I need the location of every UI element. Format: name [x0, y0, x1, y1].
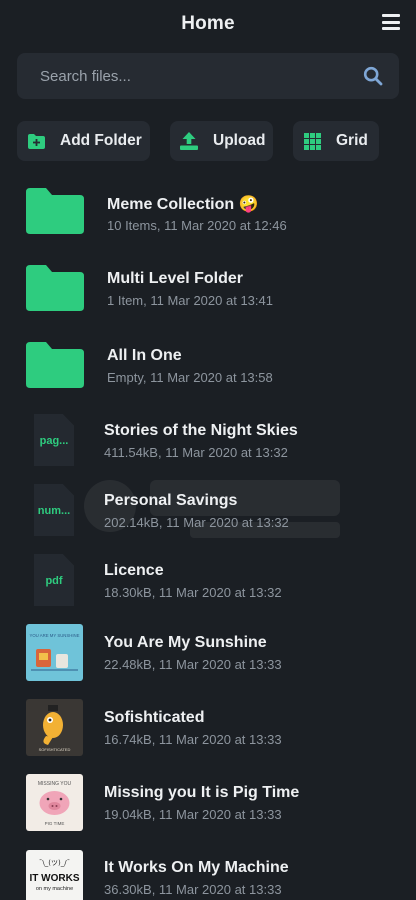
svg-text:SOFISHTICATED: SOFISHTICATED: [39, 747, 71, 752]
item-name: It Works On My Machine: [104, 859, 289, 876]
folder-icon: [26, 188, 84, 234]
item-meta: 10 Items, 11 Mar 2020 at 12:46: [107, 218, 287, 233]
list-item-folder[interactable]: All In One Empty, 11 Mar 2020 at 13:58: [0, 321, 416, 397]
folder-icon: [26, 342, 84, 388]
item-meta: 18.30kB, 11 Mar 2020 at 13:32: [104, 585, 282, 600]
item-meta: 411.54kB, 11 Mar 2020 at 13:32: [104, 445, 288, 460]
upload-icon: [180, 132, 198, 150]
grid-label: Grid: [336, 132, 368, 149]
item-meta: Empty, 11 Mar 2020 at 13:58: [107, 370, 273, 385]
svg-text:IT WORKS: IT WORKS: [30, 873, 80, 884]
document-icon: num...: [34, 484, 74, 536]
item-name: Missing you It is Pig Time: [104, 784, 300, 801]
svg-text:YOU ARE MY SUNSHINE: YOU ARE MY SUNSHINE: [29, 633, 79, 638]
list-item-file[interactable]: num... Personal Savings 202.14kB, 11 Mar…: [0, 468, 416, 544]
item-meta: 16.74kB, 11 Mar 2020 at 13:33: [104, 732, 282, 747]
list-item-file[interactable]: pag... Stories of the Night Skies 411.54…: [0, 398, 416, 474]
list-item-image[interactable]: YOU ARE MY SUNSHINE You Are My Sunshine …: [0, 614, 416, 690]
sofishticated-image-thumbnail: SOFISHTICATED: [26, 699, 83, 756]
item-name: Stories of the Night Skies: [104, 422, 298, 439]
file-manager-screen: Home Add Folder: [0, 0, 416, 900]
folder-icon: [26, 265, 84, 311]
app-header: Home: [0, 0, 416, 48]
grid-icon: [303, 132, 321, 150]
document-icon: pdf: [34, 554, 74, 606]
upload-label: Upload: [213, 132, 266, 149]
search-bar: [17, 53, 399, 99]
list-item-image[interactable]: MISSING YOU PIG TIME Missing you It is P…: [0, 764, 416, 840]
item-name: Meme Collection 🤪: [107, 196, 259, 213]
svg-text:¯\_(ツ)_/¯: ¯\_(ツ)_/¯: [39, 859, 70, 867]
item-meta: 202.14kB, 11 Mar 2020 at 13:32: [104, 515, 289, 530]
hamburger-menu-icon[interactable]: [382, 14, 400, 30]
item-name: Multi Level Folder: [107, 270, 244, 287]
file-extension-label: num...: [37, 505, 71, 517]
action-bar: Add Folder Upload Grid: [17, 121, 399, 161]
search-icon[interactable]: [363, 66, 383, 86]
file-extension-label: pdf: [45, 575, 63, 587]
list-item-file[interactable]: pdf Licence 18.30kB, 11 Mar 2020 at 13:3…: [0, 538, 416, 614]
works-on-my-machine-image-thumbnail: ¯\_(ツ)_/¯ IT WORKS on my machine: [26, 850, 83, 900]
item-name: Sofishticated: [104, 709, 205, 726]
page-title: Home: [181, 13, 235, 34]
svg-text:on my machine: on my machine: [36, 886, 73, 892]
add-folder-label: Add Folder: [60, 132, 142, 149]
document-icon: pag...: [34, 414, 74, 466]
sunshine-image-thumbnail: YOU ARE MY SUNSHINE: [26, 624, 83, 681]
item-name: Personal Savings: [104, 492, 238, 509]
add-folder-button[interactable]: Add Folder: [17, 121, 150, 161]
grid-view-button[interactable]: Grid: [293, 121, 379, 161]
pig-image-thumbnail: MISSING YOU PIG TIME: [26, 774, 83, 831]
item-name: Licence: [104, 562, 164, 579]
upload-button[interactable]: Upload: [170, 121, 273, 161]
file-extension-label: pag...: [39, 435, 69, 447]
list-item-image[interactable]: ¯\_(ツ)_/¯ IT WORKS on my machine It Work…: [0, 839, 416, 900]
list-item-image[interactable]: SOFISHTICATED Sofishticated 16.74kB, 11 …: [0, 689, 416, 765]
search-input[interactable]: [40, 67, 363, 85]
svg-text:MISSING YOU: MISSING YOU: [38, 781, 72, 787]
list-item-folder[interactable]: Multi Level Folder 1 Item, 11 Mar 2020 a…: [0, 244, 416, 320]
item-name: All In One: [107, 347, 182, 364]
svg-text:PIG TIME: PIG TIME: [45, 821, 65, 826]
folder-plus-icon: [27, 132, 45, 150]
item-meta: 36.30kB, 11 Mar 2020 at 13:33: [104, 882, 282, 897]
list-item-folder[interactable]: Meme Collection 🤪 10 Items, 11 Mar 2020 …: [0, 168, 416, 244]
item-meta: 19.04kB, 11 Mar 2020 at 13:33: [104, 807, 282, 822]
item-meta: 22.48kB, 11 Mar 2020 at 13:33: [104, 657, 282, 672]
item-name: You Are My Sunshine: [104, 634, 267, 651]
item-meta: 1 Item, 11 Mar 2020 at 13:41: [107, 293, 273, 308]
